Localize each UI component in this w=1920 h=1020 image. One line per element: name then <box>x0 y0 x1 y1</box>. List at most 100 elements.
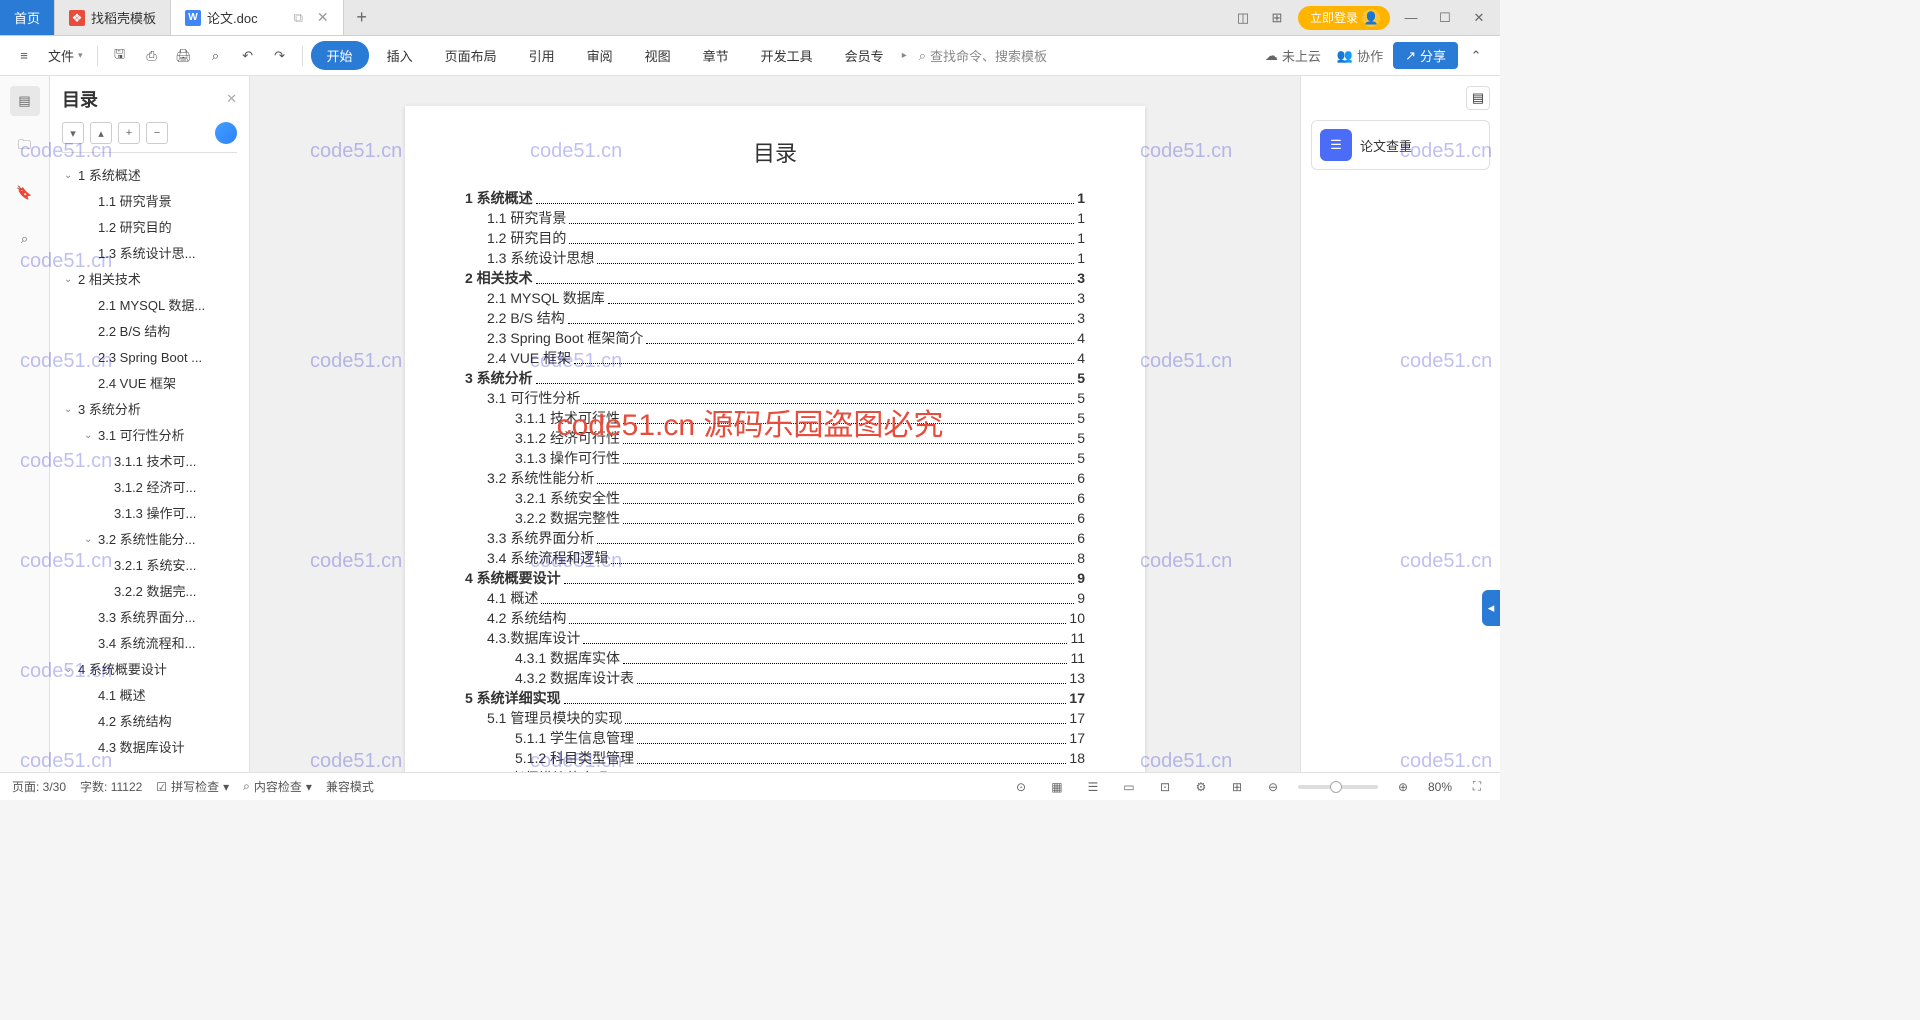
outline-item[interactable]: 4.2 系统结构 <box>58 709 241 735</box>
toc-row[interactable]: 1.2 研究目的1 <box>465 228 1085 248</box>
toc-row[interactable]: 3.3 系统界面分析6 <box>465 528 1085 548</box>
toc-row[interactable]: 3.4 系统流程和逻辑8 <box>465 548 1085 568</box>
menu-vip[interactable]: 会员专 <box>831 42 898 69</box>
outline-item[interactable]: ⌄3 系统分析 <box>58 397 241 423</box>
page-status[interactable]: 页面: 3/30 <box>12 778 66 795</box>
toc-row[interactable]: 5.1.1 学生信息管理17 <box>465 728 1085 748</box>
collab-button[interactable]: 👥 协作 <box>1331 46 1389 65</box>
print-preview-icon[interactable]: ⎙ <box>138 42 166 70</box>
toc-row[interactable]: 4.1 概述9 <box>465 588 1085 608</box>
toc-row[interactable]: 3.2.2 数据完整性6 <box>465 508 1085 528</box>
menu-dev[interactable]: 开发工具 <box>747 42 827 69</box>
spell-check[interactable]: ☑ 拼写检查 ▾ <box>156 778 229 795</box>
toc-row[interactable]: 4 系统概要设计9 <box>465 568 1085 588</box>
compat-mode[interactable]: 兼容模式 <box>326 778 374 795</box>
close-window-icon[interactable]: ✕ <box>1466 5 1492 31</box>
outline-item[interactable]: 3.1.2 经济可... <box>58 475 241 501</box>
view-web-icon[interactable]: ☰ <box>1082 776 1104 798</box>
view-read-icon[interactable]: ⊡ <box>1154 776 1176 798</box>
chevron-up-icon[interactable]: ⌃ <box>1462 42 1490 70</box>
fullscreen-icon[interactable]: ⛶ <box>1466 776 1488 798</box>
outline-item[interactable]: 2.4 VUE 框架 <box>58 371 241 397</box>
toc-row[interactable]: 2.1 MYSQL 数据库3 <box>465 288 1085 308</box>
menu-start[interactable]: 开始 <box>311 41 369 70</box>
command-search[interactable]: ⌕ 查找命令、搜索模板 <box>911 46 1055 65</box>
outline-item[interactable]: ⌄3.1 可行性分析 <box>58 423 241 449</box>
toc-row[interactable]: 3.2.1 系统安全性6 <box>465 488 1085 508</box>
cursor-icon[interactable]: ⊙ <box>1010 776 1032 798</box>
toc-row[interactable]: 3.1.2 经济可行性5 <box>465 428 1085 448</box>
print-icon[interactable]: 🖨 <box>170 42 198 70</box>
cloud-status[interactable]: ☁ 未上云 <box>1259 46 1327 65</box>
collapse-panel-icon[interactable]: ▤ <box>1466 86 1490 110</box>
word-count[interactable]: 字数: 11122 <box>80 778 142 795</box>
menu-icon[interactable]: ≡ <box>10 42 38 70</box>
view-outline-icon[interactable]: ▭ <box>1118 776 1140 798</box>
menu-chapter[interactable]: 章节 <box>689 42 743 69</box>
tab-home[interactable]: 首页 <box>0 0 55 35</box>
close-icon[interactable]: ✕ <box>317 9 329 26</box>
toc-row[interactable]: 4.3.1 数据库实体11 <box>465 648 1085 668</box>
remove-icon[interactable]: − <box>146 122 168 144</box>
outline-rail-icon[interactable]: ▤ <box>10 86 40 116</box>
files-rail-icon[interactable]: 🗀 <box>10 132 40 162</box>
toc-row[interactable]: 3.1 可行性分析5 <box>465 388 1085 408</box>
toc-row[interactable]: 4.3.数据库设计11 <box>465 628 1085 648</box>
toc-row[interactable]: 3.2 系统性能分析6 <box>465 468 1085 488</box>
toc-row[interactable]: 4.2 系统结构10 <box>465 608 1085 628</box>
outline-item[interactable]: 2.2 B/S 结构 <box>58 319 241 345</box>
toc-row[interactable]: 2.2 B/S 结构3 <box>465 308 1085 328</box>
search-rail-icon[interactable]: ⌕ <box>10 224 40 254</box>
menu-ref[interactable]: 引用 <box>515 42 569 69</box>
outline-item[interactable]: 3.1.3 操作可... <box>58 501 241 527</box>
redo-icon[interactable]: ↷ <box>266 42 294 70</box>
outline-item[interactable]: 2.3 Spring Boot ... <box>58 345 241 371</box>
outline-item[interactable]: 3.2.2 数据完... <box>58 579 241 605</box>
save-icon[interactable]: 🖫 <box>106 42 134 70</box>
toc-row[interactable]: 3 系统分析5 <box>465 368 1085 388</box>
collapse-all-icon[interactable]: ▾ <box>62 122 84 144</box>
apps-icon[interactable]: ⊞ <box>1264 5 1290 31</box>
toc-row[interactable]: 5 系统详细实现17 <box>465 688 1085 708</box>
grid-icon[interactable]: ⊞ <box>1226 776 1248 798</box>
toc-row[interactable]: 5.1 管理员模块的实现17 <box>465 708 1085 728</box>
zoom-icon[interactable]: ⌕ <box>202 42 230 70</box>
toc-row[interactable]: 5.2 老师模块的实现18 <box>465 768 1085 772</box>
toc-row[interactable]: 5.1.2 科目类型管理18 <box>465 748 1085 768</box>
outline-item[interactable]: 4.1 概述 <box>58 683 241 709</box>
tab-document[interactable]: W 论文.doc ⧉ ✕ <box>171 0 344 35</box>
outline-item[interactable]: 3.3 系统界面分... <box>58 605 241 631</box>
layout-icon[interactable]: ◫ <box>1230 5 1256 31</box>
document-canvas[interactable]: 目录 1 系统概述11.1 研究背景11.2 研究目的11.3 系统设计思想12… <box>250 76 1300 772</box>
toc-row[interactable]: 2.4 VUE 框架4 <box>465 348 1085 368</box>
outline-item[interactable]: 3.4 系统流程和... <box>58 631 241 657</box>
settings-icon[interactable]: ⚙ <box>1190 776 1212 798</box>
menu-insert[interactable]: 插入 <box>373 42 427 69</box>
outline-item[interactable]: 3.2.1 系统安... <box>58 553 241 579</box>
outline-item[interactable]: 1.2 研究目的 <box>58 215 241 241</box>
login-button[interactable]: 立即登录 👤 <box>1298 6 1390 30</box>
outline-item[interactable]: 4.3 数据库设计 <box>58 735 241 761</box>
tab-templates[interactable]: ❖ 找稻壳模板 <box>55 0 171 35</box>
maximize-icon[interactable]: ☐ <box>1432 5 1458 31</box>
menu-view[interactable]: 视图 <box>631 42 685 69</box>
add-icon[interactable]: + <box>118 122 140 144</box>
outline-item[interactable]: ⌄4 系统概要设计 <box>58 657 241 683</box>
outline-item[interactable]: 2.1 MYSQL 数据... <box>58 293 241 319</box>
outline-close-icon[interactable]: ✕ <box>226 91 237 107</box>
toc-row[interactable]: 3.1.1 技术可行性5 <box>465 408 1085 428</box>
outline-item[interactable]: ⌄1 系统概述 <box>58 163 241 189</box>
outline-item[interactable]: 1.3 系统设计思... <box>58 241 241 267</box>
outline-item[interactable]: 1.1 研究背景 <box>58 189 241 215</box>
zoom-slider[interactable] <box>1298 785 1378 789</box>
toc-row[interactable]: 2 相关技术3 <box>465 268 1085 288</box>
menu-review[interactable]: 审阅 <box>573 42 627 69</box>
ai-icon[interactable] <box>215 122 237 144</box>
toc-row[interactable]: 1 系统概述1 <box>465 188 1085 208</box>
zoom-in-icon[interactable]: ⊕ <box>1392 776 1414 798</box>
file-menu[interactable]: 文件▾ <box>42 46 89 65</box>
outline-item[interactable]: 3.1.1 技术可... <box>58 449 241 475</box>
outline-item[interactable]: ⌄2 相关技术 <box>58 267 241 293</box>
toc-row[interactable]: 3.1.3 操作可行性5 <box>465 448 1085 468</box>
minimize-icon[interactable]: — <box>1398 5 1424 31</box>
